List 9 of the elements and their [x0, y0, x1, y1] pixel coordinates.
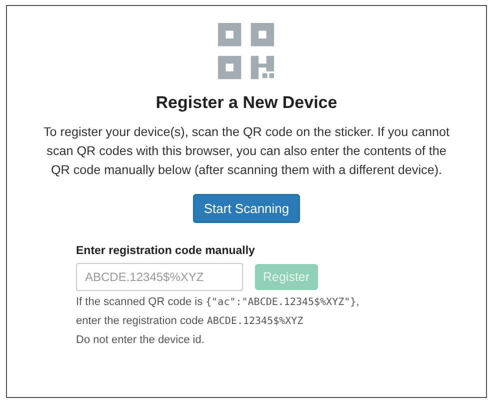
field-label: Enter registration code manually: [76, 245, 256, 257]
page-title: Register a New Device: [156, 93, 338, 113]
hint-text: Do not enter the device id.: [76, 333, 206, 348]
qr-code-icon: [218, 23, 276, 81]
hint-text: If the scanned QR code is {"ac":"ABCDE.12345$%XYZ"},: [76, 295, 360, 310]
instructions-text: To register your device(s), scan the QR code on the sticker. If you cannot scan QR codes with this browser, you can also enter the contents of the QR code manually below (after scanning them with a different device).: [42, 124, 450, 179]
registration-code-field[interactable]: ABCDE.12345$%XYZ: [76, 263, 243, 291]
start-scanning-button[interactable]: Start Scanning: [192, 194, 300, 223]
hint-text: enter the registration code ABCDE.12345$%XYZ: [76, 314, 304, 329]
